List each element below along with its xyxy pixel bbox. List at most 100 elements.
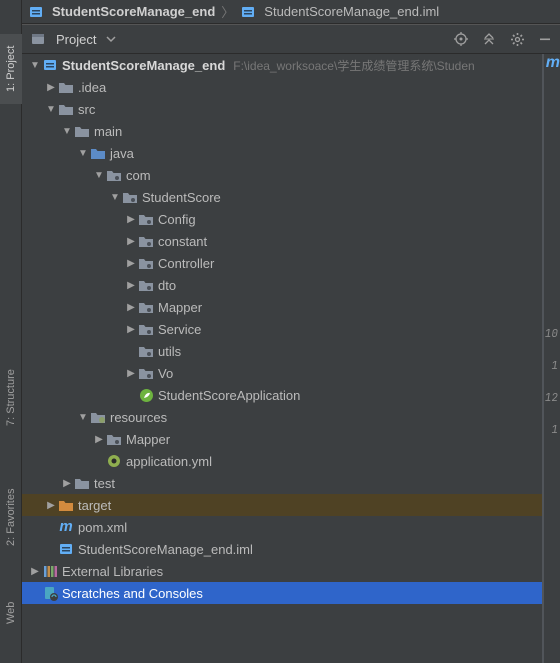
gear-icon[interactable]	[508, 30, 526, 48]
expand-arrow-icon[interactable]: ▶	[44, 82, 58, 93]
tree-row[interactable]: StudentScoreManage_end.iml	[22, 538, 542, 560]
tree-node-label: src	[78, 102, 95, 117]
side-tabs: 1: Project 7: Structure 2: Favorites Web	[0, 0, 22, 663]
tree-node-label: test	[94, 476, 115, 491]
expand-arrow-icon[interactable]: ▼	[28, 60, 42, 71]
side-tab-structure[interactable]: 7: Structure	[0, 358, 22, 438]
package-icon	[106, 167, 122, 183]
project-tool-icon	[30, 31, 46, 47]
expand-arrow-icon[interactable]: ▼	[76, 148, 90, 159]
tree-row[interactable]: Scratches and Consoles	[22, 582, 542, 604]
tree-row[interactable]: ▶ test	[22, 472, 542, 494]
tree-row[interactable]: ▼ src	[22, 98, 542, 120]
expand-arrow-icon[interactable]: ▶	[124, 236, 138, 247]
tree-node-label: constant	[158, 234, 207, 249]
tree-row[interactable]: ▶Controller	[22, 252, 542, 274]
dropdown-icon[interactable]	[102, 30, 120, 48]
tree-node-label: resources	[110, 410, 167, 425]
expand-arrow-icon[interactable]: ▶	[60, 478, 74, 489]
tree-row[interactable]: StudentScoreApplication	[22, 384, 542, 406]
tree-row[interactable]: application.yml	[22, 450, 542, 472]
expand-arrow-icon[interactable]: ▶	[124, 258, 138, 269]
tree-row[interactable]: ▶ Config	[22, 208, 542, 230]
package-icon	[138, 365, 154, 381]
tree-row[interactable]: ▼ main	[22, 120, 542, 142]
tree-row[interactable]: ▶ constant	[22, 230, 542, 252]
tree-row[interactable]: ▶dto	[22, 274, 542, 296]
package-icon	[138, 321, 154, 337]
package-icon	[138, 211, 154, 227]
tree-row[interactable]: ▼ java	[22, 142, 542, 164]
tree-row[interactable]: ▶.idea	[22, 76, 542, 98]
folder-icon	[74, 123, 90, 139]
tree-node-label: main	[94, 124, 122, 139]
expand-arrow-icon[interactable]: ▶	[124, 324, 138, 335]
expand-arrow-icon[interactable]: ▶	[44, 500, 58, 511]
tree-row[interactable]: ▶target	[22, 494, 542, 516]
expand-arrow-icon[interactable]: ▶	[28, 566, 42, 577]
expand-arrow-icon[interactable]: ▼	[108, 192, 122, 203]
tree-row[interactable]: ▶ Mapper	[22, 428, 542, 450]
folder-icon	[58, 101, 74, 117]
breadcrumb: StudentScoreManage_end 〉 StudentScoreMan…	[0, 0, 560, 24]
folder-res-icon	[90, 409, 106, 425]
locate-icon[interactable]	[452, 30, 470, 48]
expand-arrow-icon[interactable]: ▶	[92, 434, 106, 445]
line-number: 12	[545, 391, 558, 405]
tree-row[interactable]: utils	[22, 340, 542, 362]
tree-node-label: java	[110, 146, 134, 161]
tree-row[interactable]: ▼ StudentScoreManage_end F:\idea_worksoace…	[22, 54, 542, 76]
expand-arrow-icon[interactable]: ▼	[44, 104, 58, 115]
expand-arrow-icon[interactable]: ▼	[92, 170, 106, 181]
project-tool-header: Project	[22, 24, 560, 54]
tree-row[interactable]: ▶Mapper	[22, 296, 542, 318]
tree-row[interactable]: ▶Vo	[22, 362, 542, 384]
tree-node-label: StudentScoreManage_end	[62, 58, 225, 73]
tree-node-label: StudentScoreApplication	[158, 388, 300, 403]
tree-row[interactable]: mpom.xml	[22, 516, 542, 538]
project-tool-title: Project	[56, 32, 96, 47]
tree-node-label: Config	[158, 212, 196, 227]
tree-node-label: Service	[158, 322, 201, 337]
expand-arrow-icon[interactable]: ▼	[76, 412, 90, 423]
folder-icon	[74, 475, 90, 491]
tree-node-label: Mapper	[126, 432, 170, 447]
breadcrumb-file[interactable]: StudentScoreManage_end.iml	[236, 4, 443, 20]
tree-row[interactable]: ▼ com	[22, 164, 542, 186]
side-tab-project[interactable]: 1: Project	[0, 34, 22, 104]
tree-node-label: StudentScore	[142, 190, 221, 205]
breadcrumb-file-label: StudentScoreManage_end.iml	[264, 4, 439, 19]
expand-arrow-icon[interactable]: ▶	[124, 302, 138, 313]
project-tree: ▼ StudentScoreManage_end F:\idea_worksoace…	[22, 54, 542, 663]
expand-arrow-icon[interactable]: ▶	[124, 368, 138, 379]
scratch-icon	[42, 585, 58, 601]
tree-row[interactable]: ▶ Service	[22, 318, 542, 340]
breadcrumb-project[interactable]: StudentScoreManage_end	[24, 4, 219, 20]
package-icon	[122, 189, 138, 205]
line-number: 1	[551, 423, 558, 437]
tree-node-label: Scratches and Consoles	[62, 586, 203, 601]
expand-arrow-icon[interactable]: ▼	[60, 126, 74, 137]
expand-arrow-icon[interactable]: ▶	[124, 280, 138, 291]
side-tab-web[interactable]: Web	[0, 590, 22, 635]
tree-node-label: pom.xml	[78, 520, 127, 535]
tree-node-label: External Libraries	[62, 564, 163, 579]
package-icon	[138, 255, 154, 271]
tree-row[interactable]: ▼ resources	[22, 406, 542, 428]
tree-node-label: application.yml	[126, 454, 212, 469]
module-icon	[28, 4, 44, 20]
path-hint: F:\idea_worksoace\学生成绩管理系统\Studen	[233, 57, 474, 74]
minimize-icon[interactable]	[536, 30, 554, 48]
package-icon	[138, 299, 154, 315]
expand-arrow-icon[interactable]: ▶	[124, 214, 138, 225]
module-icon	[240, 4, 256, 20]
package-icon	[106, 431, 122, 447]
package-icon	[138, 277, 154, 293]
package-icon	[138, 233, 154, 249]
breadcrumb-project-label: StudentScoreManage_end	[52, 4, 215, 19]
tree-row[interactable]: ▶ External Libraries	[22, 560, 542, 582]
collapse-all-icon[interactable]	[480, 30, 498, 48]
tree-node-label: com	[126, 168, 151, 183]
side-tab-favorites[interactable]: 2: Favorites	[0, 478, 22, 556]
tree-row[interactable]: ▼ StudentScore	[22, 186, 542, 208]
